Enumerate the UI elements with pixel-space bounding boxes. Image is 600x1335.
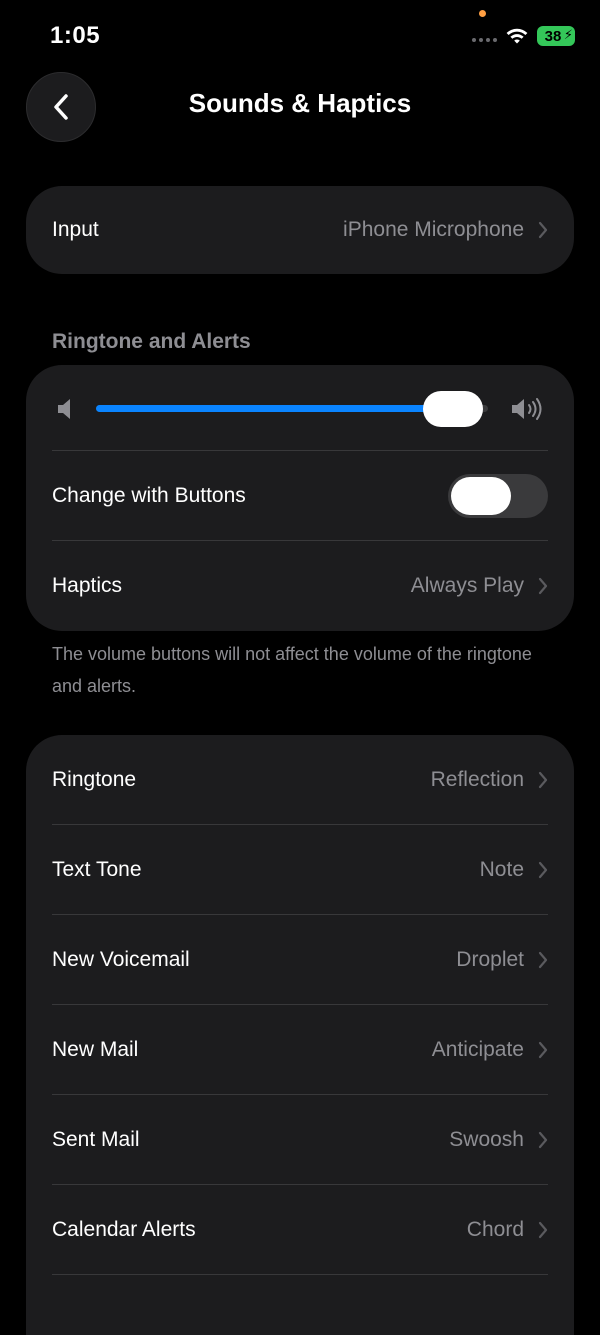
privacy-indicator-dot	[479, 10, 486, 17]
sound-row-value: Note	[479, 858, 524, 881]
sound-row-text-tone[interactable]: Text Tone Note	[26, 825, 574, 915]
haptics-row[interactable]: Haptics Always Play	[26, 541, 574, 631]
sound-row-new-mail[interactable]: New Mail Anticipate	[26, 1005, 574, 1095]
input-value: iPhone Microphone	[343, 218, 524, 241]
sound-row-label: New Voicemail	[52, 948, 190, 971]
sound-row-value: Reflection	[430, 768, 524, 791]
sound-row-ringtone[interactable]: Ringtone Reflection	[26, 735, 574, 825]
change-with-buttons-toggle[interactable]	[448, 474, 548, 518]
charging-bolt-icon: ⚡	[563, 27, 573, 42]
chevron-right-icon	[538, 771, 548, 789]
sound-row-value: Anticipate	[431, 1038, 524, 1061]
volume-footnote: The volume buttons will not affect the v…	[52, 644, 532, 696]
volume-slider-fill	[96, 405, 457, 412]
sound-row-calendar-alerts[interactable]: Calendar Alerts Chord	[26, 1185, 574, 1275]
sounds-list-card: Ringtone Reflection Text Tone Note New Voice…	[26, 735, 574, 1335]
sound-row-label: Ringtone	[52, 768, 137, 791]
sound-row-label: New Mail	[52, 1038, 139, 1061]
volume-slider-row	[26, 365, 574, 451]
sound-row-new-voicemail[interactable]: New Voicemail Droplet	[26, 915, 574, 1005]
sound-row-value: Droplet	[456, 948, 524, 971]
divider	[52, 1274, 548, 1275]
haptics-label: Haptics	[52, 574, 123, 597]
speaker-low-icon	[58, 399, 70, 419]
chevron-right-icon	[538, 1221, 548, 1239]
change-with-buttons-label: Change with Buttons	[52, 484, 246, 507]
toggle-knob	[451, 477, 511, 515]
sound-row-sent-mail[interactable]: Sent Mail Swoosh	[26, 1095, 574, 1185]
input-row[interactable]: Input iPhone Microphone	[26, 186, 574, 274]
sound-row-label: Sent Mail	[52, 1128, 140, 1151]
battery-level: 38	[544, 27, 562, 45]
status-bar: 1:05 38 ⚡	[0, 0, 600, 70]
ringtone-volume-card: Change with Buttons Haptics Always Play	[26, 365, 574, 631]
section-header-ringtone-alerts: Ringtone and Alerts	[52, 330, 251, 353]
volume-slider-thumb[interactable]	[423, 391, 483, 427]
chevron-right-icon	[538, 861, 548, 879]
sound-row-value: Chord	[466, 1218, 524, 1241]
chevron-right-icon	[538, 951, 548, 969]
sound-row-value: Swoosh	[449, 1128, 524, 1151]
chevron-right-icon	[538, 577, 548, 595]
input-label: Input	[52, 218, 99, 241]
wifi-icon	[506, 28, 528, 44]
input-card: Input iPhone Microphone	[26, 186, 574, 274]
status-time: 1:05	[50, 22, 101, 49]
chevron-right-icon	[538, 221, 548, 239]
battery-indicator: 38 ⚡	[537, 26, 575, 46]
chevron-right-icon	[538, 1041, 548, 1059]
sound-row-label: Calendar Alerts	[52, 1218, 196, 1241]
haptics-value: Always Play	[410, 574, 524, 597]
change-with-buttons-row: Change with Buttons	[26, 451, 574, 541]
sound-row-label: Text Tone	[52, 858, 142, 881]
cellular-signal-icon	[472, 38, 497, 42]
page-title: Sounds & Haptics	[188, 88, 412, 118]
speaker-high-icon	[512, 398, 542, 420]
chevron-right-icon	[538, 1131, 548, 1149]
